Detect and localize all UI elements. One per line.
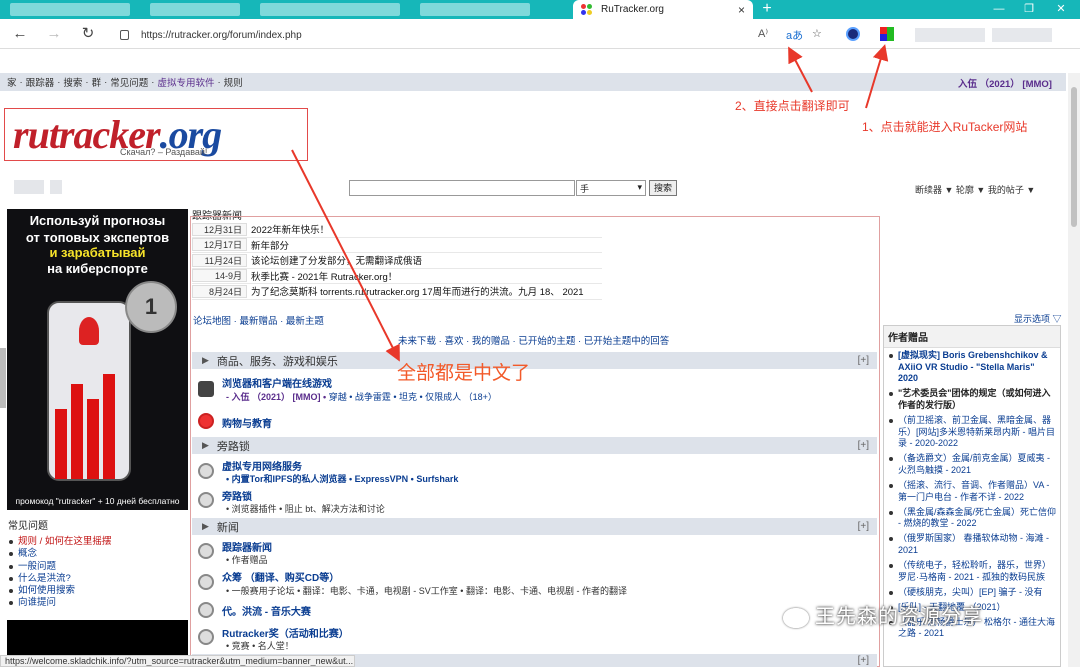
wechat-icon bbox=[783, 607, 809, 628]
arrow-to-chinese-text bbox=[291, 149, 400, 362]
annotation-note: 1、点击就能进入RuTacker网站 bbox=[862, 120, 1028, 134]
arrow-to-translate bbox=[788, 46, 813, 93]
watermark-text: 王先森的资源分享 bbox=[815, 606, 983, 628]
annotation-arrows bbox=[291, 44, 889, 362]
annotation-note: 2、直接点击翻译即可 bbox=[735, 99, 850, 113]
watermark: 王先森的资源分享 bbox=[783, 600, 983, 629]
arrow-to-extension bbox=[865, 44, 889, 109]
annotation-big-note: 全部都是中文了 bbox=[397, 363, 531, 384]
status-bar-url: https://welcome.skladchik.info/?utm_sour… bbox=[0, 655, 355, 667]
